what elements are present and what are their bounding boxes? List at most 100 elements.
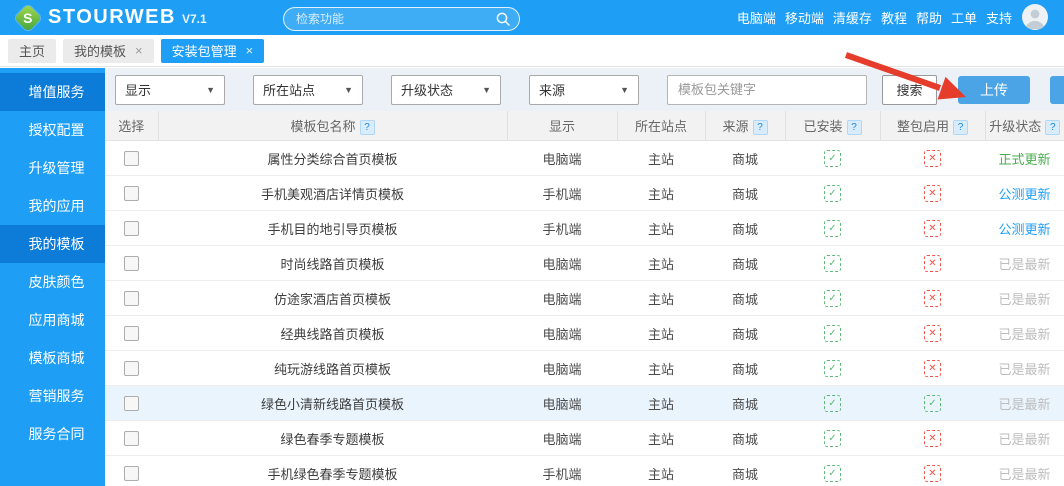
upload-button[interactable]: 上传 [958,76,1030,104]
sidebar-item[interactable]: 模板商城 [0,339,105,377]
name-cell: 绿色小清新线路首页模板 [158,386,507,421]
help-icon[interactable]: ? [847,120,862,135]
app: S STOURWEB V7.1 电脑端移动端清缓存教程帮助工单支持 主页我的模板… [0,0,1064,486]
help-icon[interactable]: ? [360,120,375,135]
column-header-label: 已安装 [803,119,842,134]
header-menu-item[interactable]: 教程 [881,8,907,27]
sidebar-item[interactable]: 服务合同 [0,415,105,453]
help-icon[interactable]: ? [753,120,768,135]
header-menu-item[interactable]: 帮助 [916,8,942,27]
row-checkbox[interactable] [124,256,139,271]
whole-enable-cross-icon[interactable]: ✕ [924,150,941,167]
sidebar-item[interactable]: 授权配置 [0,111,105,149]
help-icon[interactable]: ? [953,120,968,135]
row-checkbox[interactable] [124,186,139,201]
whole-enable-cross-icon[interactable]: ✕ [924,465,941,482]
close-icon[interactable]: × [246,44,254,57]
row-checkbox[interactable] [124,326,139,341]
upgrade-status[interactable]: 正式更新 [998,152,1050,167]
column-header-label: 模板包名称 [290,119,355,134]
filter-select[interactable]: 所在站点▼ [253,75,363,105]
installed-check-icon: ✓ [824,185,841,202]
display-cell: 电脑端 [507,246,617,281]
tab[interactable]: 主页 [8,39,56,63]
whole-enable-cross-icon[interactable]: ✕ [924,220,941,237]
avatar[interactable] [1022,4,1048,30]
whole-enable-cross-icon[interactable]: ✕ [924,185,941,202]
sidebar-item[interactable]: 我的模板 [0,225,105,263]
site-cell: 主站 [617,316,705,351]
filter-select[interactable]: 升级状态▼ [391,75,501,105]
close-icon[interactable]: × [135,44,143,57]
column-header-label: 所在站点 [635,119,687,134]
sidebar-item[interactable]: 应用商城 [0,301,105,339]
header-menu-item[interactable]: 清缓存 [833,8,872,27]
row-checkbox[interactable] [124,151,139,166]
whole-enable-cross-icon[interactable]: ✕ [924,255,941,272]
display-cell: 电脑端 [507,316,617,351]
sidebar-item[interactable]: 营销服务 [0,377,105,415]
sidebar-item[interactable]: 升级管理 [0,149,105,187]
whole-enable-cross-icon[interactable]: ✕ [924,360,941,377]
whole-enable-cross-icon[interactable]: ✕ [924,325,941,342]
installed-check-icon: ✓ [824,220,841,237]
installed-check-icon: ✓ [824,395,841,412]
upgrade-status[interactable]: 公测更新 [998,222,1050,237]
logo[interactable]: S STOURWEB V7.1 [18,6,207,29]
tab[interactable]: 我的模板 × [63,39,154,63]
column-header-label: 升级状态 [989,119,1041,134]
whole-enable-cell: ✕ [880,316,985,351]
keyword-input[interactable] [667,75,867,105]
header-menu-item[interactable]: 工单 [951,8,977,27]
whole-enable-check-icon[interactable]: ✓ [924,395,941,412]
chevron-down-icon: ▼ [206,85,215,95]
row-checkbox[interactable] [124,291,139,306]
row-checkbox[interactable] [124,221,139,236]
name-cell: 纯玩游线路首页模板 [158,351,507,386]
header-menu-item[interactable]: 支持 [986,8,1012,27]
display-cell: 手机端 [507,176,617,211]
row-checkbox[interactable] [124,396,139,411]
whole-enable-cross-icon[interactable]: ✕ [924,290,941,307]
header-menu-item[interactable]: 移动端 [785,8,824,27]
status-cell: 已是最新 [985,316,1064,351]
row-checkbox[interactable] [124,431,139,446]
column-header: 显示 [507,111,617,141]
site-cell: 主站 [617,386,705,421]
template-name: 仿途家酒店首页模板 [274,292,391,307]
sidebar-item[interactable]: 我的应用 [0,187,105,225]
name-cell: 手机绿色春季专题模板 [158,456,507,486]
whole-enable-cell: ✕ [880,351,985,386]
filter-select[interactable]: 来源▼ [529,75,639,105]
filter-select[interactable]: 显示▼ [115,75,225,105]
upgrade-status[interactable]: 公测更新 [998,187,1050,202]
display-cell: 电脑端 [507,421,617,456]
table-row: 手机绿色春季专题模板手机端主站商城✓✕已是最新 [105,456,1064,486]
help-icon[interactable]: ? [1045,120,1060,135]
row-checkbox[interactable] [124,466,139,481]
source-cell: 商城 [705,386,785,421]
logo-version: V7.1 [182,12,207,26]
table-row: 时尚线路首页模板电脑端主站商城✓✕已是最新 [105,246,1064,281]
installed-cell: ✓ [785,386,880,421]
logo-text: STOURWEB [48,6,176,29]
search-button[interactable]: 搜索 [882,75,937,105]
template-name: 经典线路首页模板 [280,327,384,342]
sidebar-item[interactable]: 皮肤颜色 [0,263,105,301]
header-search-input[interactable] [284,12,495,26]
sidebar-item[interactable]: 增值服务 [0,73,105,111]
package-button[interactable]: 打包 [1050,76,1064,104]
column-header-label: 显示 [549,119,575,134]
status-cell: 已是最新 [985,246,1064,281]
tab[interactable]: 安装包管理× [161,39,265,63]
upgrade-status: 已是最新 [998,432,1050,447]
row-checkbox[interactable] [124,361,139,376]
header-menu-item[interactable]: 电脑端 [737,8,776,27]
display-cell: 电脑端 [507,386,617,421]
display-cell: 电脑端 [507,351,617,386]
whole-enable-cell: ✓ [880,386,985,421]
whole-enable-cross-icon[interactable]: ✕ [924,430,941,447]
tab-label: 主页 [19,41,45,60]
search-icon[interactable] [495,11,511,27]
tab-label: 我的模板 [74,41,126,60]
